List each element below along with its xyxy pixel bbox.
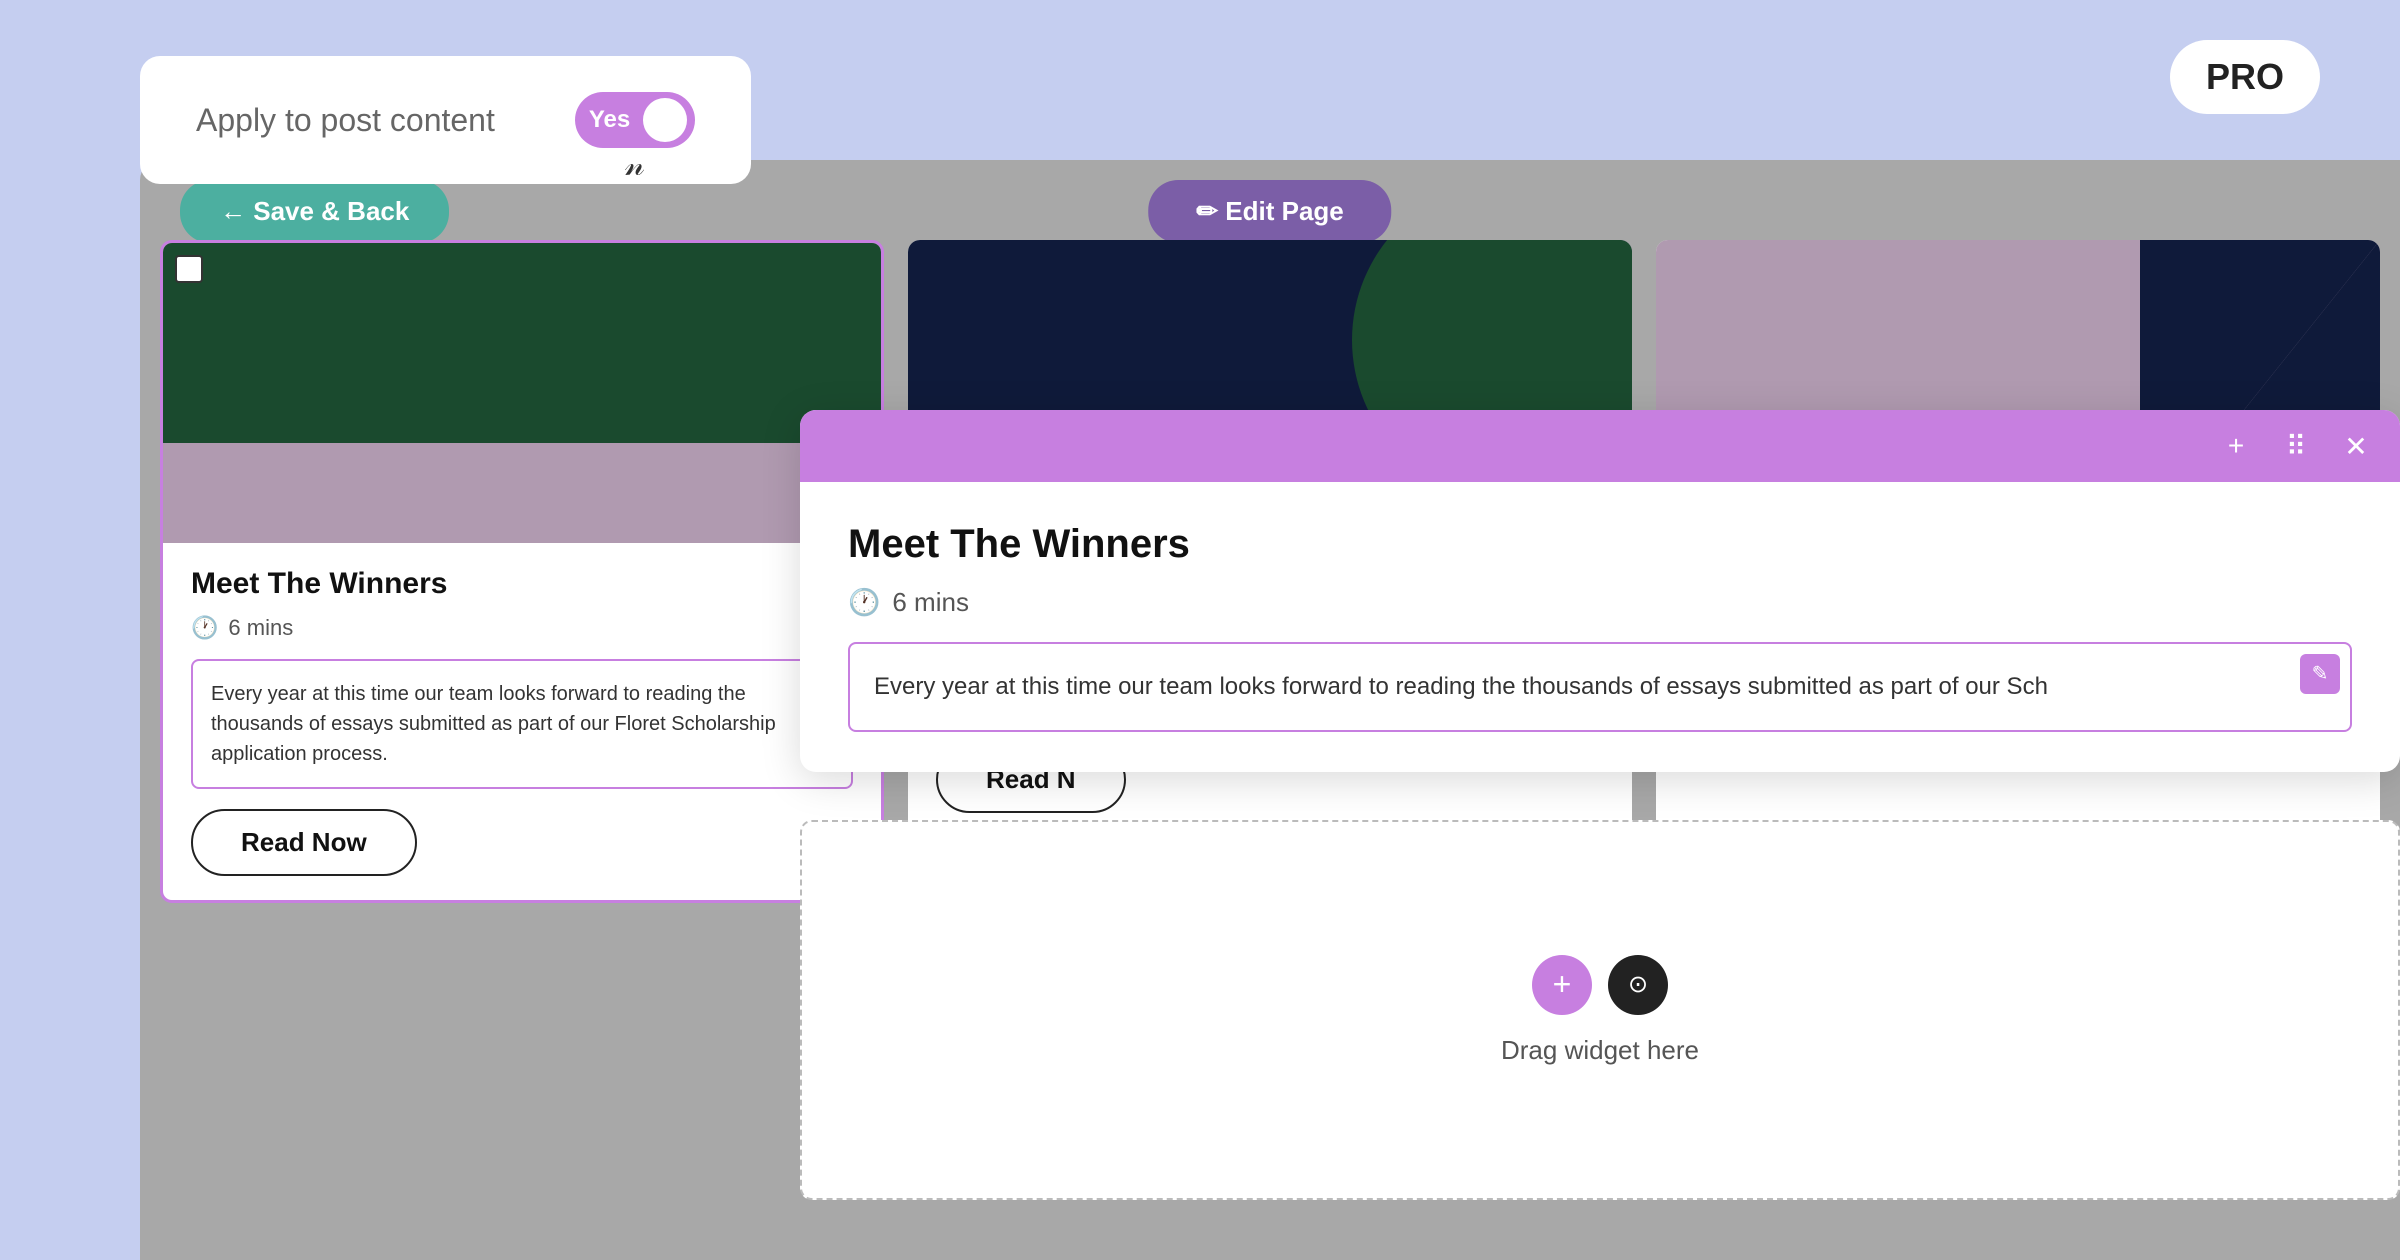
float-excerpt-box[interactable]: Every year at this time our team looks f… bbox=[848, 642, 2352, 732]
apply-toggle[interactable]: Yes 𝓃 bbox=[575, 92, 695, 148]
float-add-button[interactable]: + bbox=[2216, 426, 2256, 466]
float-close-button[interactable]: ✕ bbox=[2336, 426, 2376, 466]
edit-page-button[interactable]: ✏ Edit Page bbox=[1148, 180, 1391, 243]
card1-read-time: 6 mins bbox=[228, 615, 293, 641]
card1-read-now-button[interactable]: Read Now bbox=[191, 809, 417, 876]
toggle-knob bbox=[643, 98, 687, 142]
float-panel-toolbar: + ⠿ ✕ bbox=[800, 410, 2400, 482]
float-clock-icon: 🕐 bbox=[848, 587, 880, 618]
drop-zone-icons: + ⊙ bbox=[1532, 955, 1668, 1015]
card1-content: Meet The Winners 🕐 6 mins Every year at … bbox=[163, 543, 881, 900]
clock-icon: 🕐 bbox=[191, 615, 218, 641]
card1-image-bottom bbox=[163, 443, 881, 543]
card1-title: Meet The Winners bbox=[191, 567, 853, 601]
drop-zone[interactable]: + ⊙ Drag widget here bbox=[800, 820, 2400, 1200]
drop-plus-button[interactable]: + bbox=[1532, 955, 1592, 1015]
editor-area: ← Save & Back ✏ Edit Page Meet The Winne… bbox=[140, 160, 2400, 1260]
card1-excerpt-box[interactable]: Every year at this time our team looks f… bbox=[191, 659, 853, 789]
float-drag-button[interactable]: ⠿ bbox=[2276, 426, 2316, 466]
float-edit-icon[interactable]: ✎ bbox=[2300, 654, 2340, 694]
card1-image-top bbox=[163, 243, 881, 443]
drop-label: Drag widget here bbox=[1501, 1035, 1699, 1066]
cursor-icon: 𝓃 bbox=[625, 146, 645, 184]
float-read-time: 6 mins bbox=[892, 587, 969, 618]
float-excerpt: Every year at this time our team looks f… bbox=[874, 673, 2048, 700]
pro-badge: PRO bbox=[2170, 40, 2320, 114]
card-1: Meet The Winners 🕐 6 mins Every year at … bbox=[160, 240, 884, 903]
drop-drag-button[interactable]: ⊙ bbox=[1608, 955, 1668, 1015]
card-select-checkbox[interactable] bbox=[175, 255, 203, 283]
card1-excerpt: Every year at this time our team looks f… bbox=[211, 683, 776, 765]
float-panel-body: Meet The Winners 🕐 6 mins Every year at … bbox=[800, 482, 2400, 772]
toggle-label: Yes bbox=[589, 106, 630, 134]
float-edit-panel: + ⠿ ✕ Meet The Winners 🕐 6 mins Every ye… bbox=[800, 410, 2400, 772]
card1-meta: 🕐 6 mins bbox=[191, 615, 853, 641]
float-panel-title: Meet The Winners bbox=[848, 522, 2352, 567]
apply-panel-label: Apply to post content bbox=[196, 102, 495, 139]
save-back-button[interactable]: ← Save & Back bbox=[180, 180, 449, 243]
apply-panel: Apply to post content Yes 𝓃 bbox=[140, 56, 751, 184]
toggle-track[interactable]: Yes bbox=[575, 92, 695, 148]
float-panel-meta: 🕐 6 mins bbox=[848, 587, 2352, 618]
